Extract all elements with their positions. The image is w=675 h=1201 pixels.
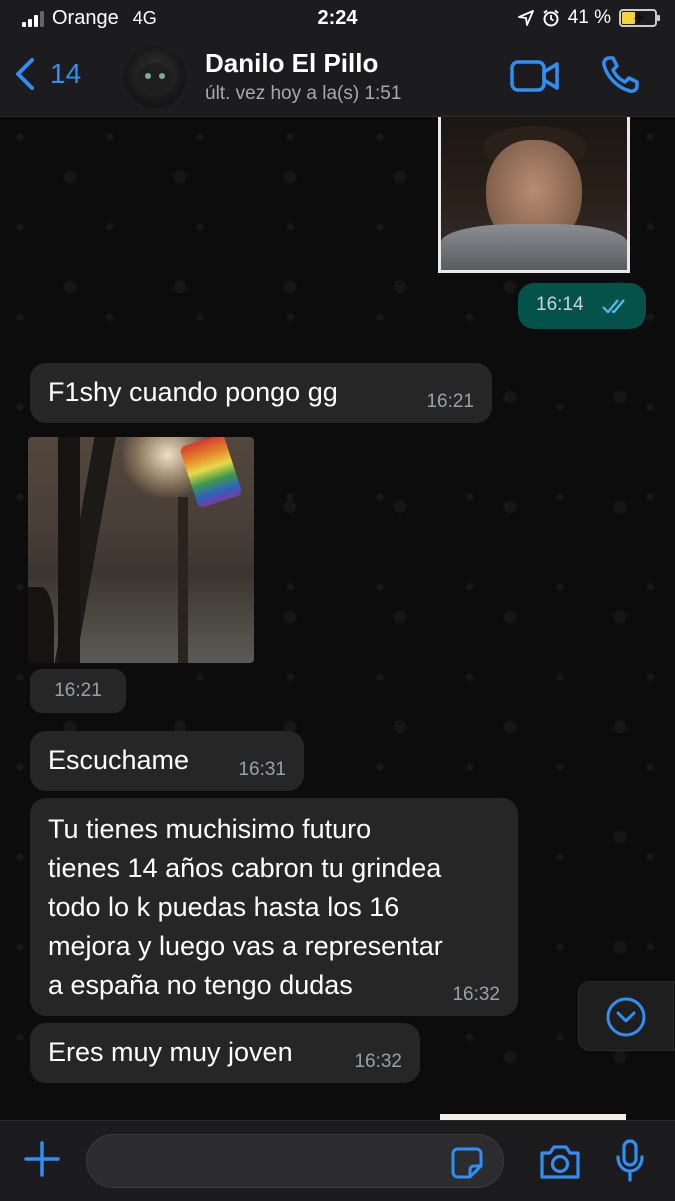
microphone-icon[interactable] xyxy=(615,1139,645,1183)
status-right: 41 % xyxy=(517,7,660,29)
rainbow-flag-image xyxy=(179,437,243,509)
message-line: tienes 14 años cabron tu grindea xyxy=(48,853,442,883)
battery-icon xyxy=(619,9,660,27)
chat-area[interactable]: 16:14 F1shy cuando pongo gg 16:21 16:21 … xyxy=(0,117,675,1120)
message-line: mejora y luego vas a representar xyxy=(48,931,443,961)
input-bar xyxy=(0,1120,675,1201)
message-line: a españa no tengo dudas xyxy=(48,970,353,1000)
message-time: 16:32 xyxy=(354,1051,402,1072)
message-input[interactable] xyxy=(86,1134,504,1188)
camera-icon[interactable] xyxy=(538,1143,582,1181)
video-call-icon[interactable] xyxy=(510,58,560,94)
message-text: Escuchame xyxy=(48,745,190,775)
message-bubble[interactable]: F1shy cuando pongo gg 16:21 xyxy=(30,363,492,423)
message-line: Tu tienes muchisimo futuro xyxy=(48,814,372,844)
last-seen: últ. vez hoy a la(s) 1:51 xyxy=(205,83,402,104)
message-text: F1shy cuando pongo gg xyxy=(48,377,338,407)
message-text: Tu tienes muchisimo futuro tienes 14 año… xyxy=(48,810,443,1005)
message-time: 16:21 xyxy=(426,391,474,412)
message-text: Eres muy muy joven xyxy=(48,1037,293,1067)
back-button[interactable]: 14 xyxy=(14,56,81,92)
phone-icon[interactable] xyxy=(600,55,640,95)
chat-header: 14 Danilo El Pillo últ. vez hoy a la(s) … xyxy=(0,38,675,117)
message-time: 16:32 xyxy=(452,984,500,1005)
message-line: todo lo k puedas hasta los 16 xyxy=(48,892,400,922)
status-bar: Orange 4G 2:24 41 % xyxy=(0,0,675,38)
outgoing-photo[interactable] xyxy=(438,117,630,273)
location-arrow-icon xyxy=(517,10,534,26)
contact-name[interactable]: Danilo El Pillo xyxy=(205,48,378,79)
message-time: 16:31 xyxy=(238,759,286,780)
message-time: 16:14 xyxy=(536,294,584,315)
message-bubble[interactable]: Escuchame 16:31 xyxy=(30,731,304,791)
incoming-video[interactable] xyxy=(28,437,254,663)
double-check-icon xyxy=(602,299,625,314)
avatar[interactable] xyxy=(124,46,186,108)
scroll-to-bottom-button[interactable] xyxy=(578,981,674,1051)
back-unread-count: 14 xyxy=(50,58,82,89)
outgoing-photo-meta: 16:14 xyxy=(518,283,646,329)
chevron-down-icon xyxy=(606,997,646,1037)
cat-avatar-image xyxy=(137,54,173,93)
message-time: 16:21 xyxy=(30,669,126,713)
back-chevron-icon xyxy=(16,58,34,90)
battery-percent: 41 % xyxy=(567,7,611,28)
message-bubble[interactable]: Tu tienes muchisimo futuro tienes 14 año… xyxy=(30,798,518,1016)
plus-icon[interactable] xyxy=(22,1139,62,1179)
message-bubble[interactable]: Eres muy muy joven 16:32 xyxy=(30,1023,420,1083)
sticker-icon[interactable] xyxy=(450,1146,484,1180)
alarm-icon xyxy=(543,9,559,27)
